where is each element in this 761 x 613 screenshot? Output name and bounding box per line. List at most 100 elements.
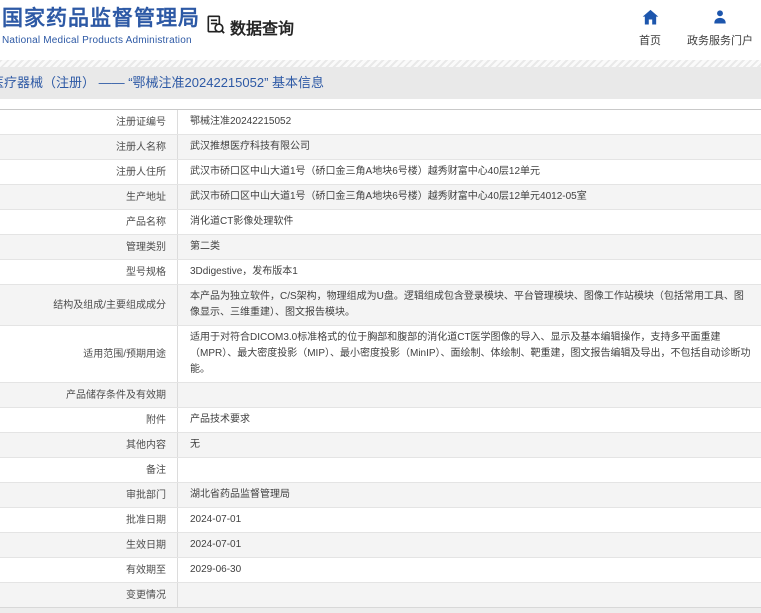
spacer bbox=[0, 99, 761, 109]
row-label: 产品储存条件及有效期 bbox=[0, 383, 178, 407]
row-label: 其他内容 bbox=[0, 433, 178, 457]
row-value: 第二类 bbox=[178, 235, 761, 259]
row-label: 生效日期 bbox=[0, 533, 178, 557]
org-subtitle: National Medical Products Administration bbox=[2, 35, 192, 46]
row-label-text: 管理类别 bbox=[126, 241, 166, 253]
table-row: 注册人住所 武汉市硚口区中山大道1号（硚口金三角A地块6号楼）越秀财富中心40层1… bbox=[0, 160, 761, 185]
nav-portal-label: 政务服务门户 bbox=[687, 35, 753, 47]
row-label: 型号规格 bbox=[0, 260, 178, 284]
row-value: 2024-07-01 bbox=[178, 533, 761, 557]
table-row: 注册证编号 鄂械注准20242215052 bbox=[0, 110, 761, 135]
row-label: 审批部门 bbox=[0, 483, 178, 507]
table-row: 审批部门 湖北省药品监督管理局 bbox=[0, 483, 761, 508]
row-value: 产品技术要求 bbox=[178, 408, 761, 432]
row-value-text: 适用于对符合DICOM3.0标准格式的位于胸部和腹部的消化道CT医学图像的导入、… bbox=[190, 332, 751, 375]
data-query-home[interactable]: 数据查询 bbox=[204, 13, 294, 41]
org-logo: 国家药品监督管理局 National Medical Products Admi… bbox=[2, 7, 200, 46]
row-value-text: 本产品为独立软件，C/S架构，物理组成为U盘。逻辑组成包含登录模块、平台管理模块… bbox=[190, 291, 744, 318]
breadcrumb-band: 医疗器械（注册） —— “鄂械注准20242215052” 基本信息 bbox=[0, 67, 761, 99]
breadcrumb: 医疗器械（注册） —— “鄂械注准20242215052” 基本信息 bbox=[0, 75, 325, 90]
row-label-text: 注册证编号 bbox=[116, 116, 166, 128]
info-table: 注册证编号 鄂械注准20242215052 注册人名称 武汉推想医疗科技有限公司注册人… bbox=[0, 109, 761, 613]
row-label-text: 结构及组成/主要组成成分 bbox=[53, 299, 166, 311]
row-label: 结构及组成/主要组成成分 bbox=[0, 285, 178, 325]
row-value: 鄂械注准20242215052 bbox=[178, 110, 761, 134]
page-header: 国家药品监督管理局 National Medical Products Admi… bbox=[0, 0, 761, 60]
table-row: 产品储存条件及有效期 bbox=[0, 383, 761, 408]
row-value: 武汉市硚口区中山大道1号（硚口金三角A地块6号楼）越秀财富中心40层12单元40… bbox=[178, 185, 761, 209]
row-label: 有效期至 bbox=[0, 558, 178, 582]
row-label-text: 附件 bbox=[146, 414, 166, 426]
row-label: 产品名称 bbox=[0, 210, 178, 234]
row-value: 消化道CT影像处理软件 bbox=[178, 210, 761, 234]
row-value: 武汉推想医疗科技有限公司 bbox=[178, 135, 761, 159]
row-label-text: 其他内容 bbox=[126, 439, 166, 451]
table-row: 管理类别 第二类 bbox=[0, 235, 761, 260]
row-label-text: 审批部门 bbox=[126, 489, 166, 501]
table-row: 产品名称 消化道CT影像处理软件 bbox=[0, 210, 761, 235]
table-row: 有效期至 2029-06-30 bbox=[0, 558, 761, 583]
row-value-text: 湖北省药品监督管理局 bbox=[190, 489, 290, 500]
row-value bbox=[178, 383, 761, 407]
org-title: 国家药品监督管理局 bbox=[2, 7, 200, 30]
row-value: 湖北省药品监督管理局 bbox=[178, 483, 761, 507]
row-value-text: 2024-07-01 bbox=[190, 539, 242, 550]
row-label-text: 适用范围/预期用途 bbox=[83, 348, 166, 360]
row-value-text: 消化道CT影像处理软件 bbox=[190, 216, 294, 227]
row-label-text: 批准日期 bbox=[126, 514, 166, 526]
row-label: 附件 bbox=[0, 408, 178, 432]
row-value-text: 第二类 bbox=[190, 241, 220, 252]
row-label: 生产地址 bbox=[0, 185, 178, 209]
nav-home[interactable]: 首页 bbox=[633, 9, 667, 48]
row-value: 本产品为独立软件，C/S架构，物理组成为U盘。逻辑组成包含登录模块、平台管理模块… bbox=[178, 285, 761, 325]
hatched-divider bbox=[0, 60, 761, 67]
row-value-text: 武汉推想医疗科技有限公司 bbox=[190, 141, 310, 152]
table-row: 变更情况 bbox=[0, 583, 761, 608]
nav-home-label: 首页 bbox=[639, 35, 661, 47]
row-value bbox=[178, 583, 761, 607]
row-value: 3Ddigestive，发布版本1 bbox=[178, 260, 761, 284]
row-label: 注册人名称 bbox=[0, 135, 178, 159]
row-value: 2029-06-30 bbox=[178, 558, 761, 582]
row-label-text: 型号规格 bbox=[126, 266, 166, 278]
row-value-text: 2024-07-01 bbox=[190, 514, 242, 525]
row-label-text: 变更情况 bbox=[126, 589, 166, 601]
nav-portal[interactable]: 政务服务门户 bbox=[687, 9, 753, 48]
header-nav: 首页 政务服务门户 bbox=[633, 9, 753, 48]
row-label: 备注 bbox=[0, 458, 178, 482]
row-label-text: 生产地址 bbox=[126, 191, 166, 203]
row-value: 无 bbox=[178, 433, 761, 457]
table-row: 附件 产品技术要求 bbox=[0, 408, 761, 433]
row-label: 变更情况 bbox=[0, 583, 178, 607]
row-value: 2024-07-01 bbox=[178, 508, 761, 532]
row-label: 管理类别 bbox=[0, 235, 178, 259]
app-title: 数据查询 bbox=[230, 21, 295, 38]
row-value-text: 鄂械注准20242215052 bbox=[190, 116, 292, 127]
table-row: 批准日期 2024-07-01 bbox=[0, 508, 761, 533]
row-label-text: 产品名称 bbox=[126, 216, 166, 228]
table-row: 其他内容 无 bbox=[0, 433, 761, 458]
row-value-text: 产品技术要求 bbox=[190, 414, 250, 425]
table-row: 型号规格 3Ddigestive，发布版本1 bbox=[0, 260, 761, 285]
home-icon bbox=[642, 9, 659, 28]
row-label: 注册证编号 bbox=[0, 110, 178, 134]
row-value-text: 武汉市硚口区中山大道1号（硚口金三角A地块6号楼）越秀财富中心40层12单元 bbox=[190, 166, 541, 177]
row-value bbox=[178, 458, 761, 482]
table-row: 生产地址 武汉市硚口区中山大道1号（硚口金三角A地块6号楼）越秀财富中心40层12… bbox=[0, 185, 761, 210]
row-label-text: 备注 bbox=[146, 464, 166, 476]
row-label-text: 注册人名称 bbox=[116, 141, 166, 153]
user-icon bbox=[712, 9, 728, 28]
table-row: 适用范围/预期用途 适用于对符合DICOM3.0标准格式的位于胸部和腹部的消化道C… bbox=[0, 326, 761, 383]
footer-band bbox=[0, 607, 761, 613]
row-value-text: 无 bbox=[190, 439, 200, 450]
document-search-icon bbox=[204, 13, 227, 41]
row-label: 注册人住所 bbox=[0, 160, 178, 184]
row-value: 武汉市硚口区中山大道1号（硚口金三角A地块6号楼）越秀财富中心40层12单元 bbox=[178, 160, 761, 184]
row-label: 适用范围/预期用途 bbox=[0, 326, 178, 382]
row-label-text: 产品储存条件及有效期 bbox=[66, 389, 166, 401]
row-label-text: 生效日期 bbox=[126, 539, 166, 551]
row-label-text: 有效期至 bbox=[126, 564, 166, 576]
table-row: 结构及组成/主要组成成分 本产品为独立软件，C/S架构，物理组成为U盘。逻辑组成包… bbox=[0, 285, 761, 326]
row-value-text: 3Ddigestive，发布版本1 bbox=[190, 266, 298, 277]
row-label: 批准日期 bbox=[0, 508, 178, 532]
